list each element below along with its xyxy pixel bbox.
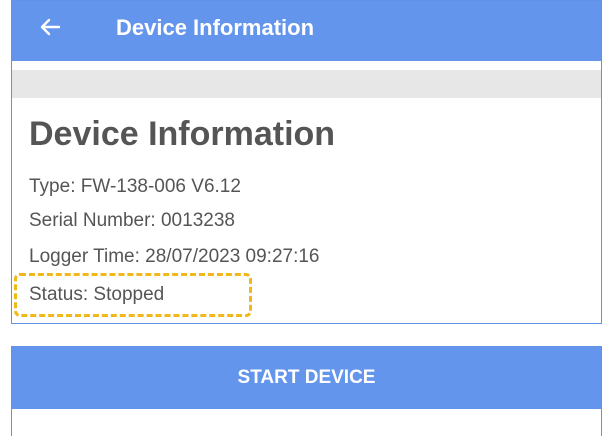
device-info-card: Device Information Device Information Ty… <box>11 0 602 324</box>
device-info-heading: Device Information <box>29 115 336 153</box>
arrow-left-icon <box>40 18 61 36</box>
back-button[interactable] <box>34 11 66 43</box>
logger-time-text: Logger Time: 28/07/2023 09:27:16 <box>29 246 320 267</box>
app-bar-title: Device Information <box>116 15 315 40</box>
device-type-text: Type: FW-138-006 V6.12 <box>29 176 241 197</box>
status-highlight <box>14 273 252 317</box>
screen: Device Information Device Information Ty… <box>0 0 606 436</box>
action-card: START DEVICE <box>11 346 602 436</box>
divider-strip <box>12 70 601 98</box>
app-bar: Device Information <box>12 1 601 61</box>
start-device-button[interactable]: START DEVICE <box>12 347 601 409</box>
serial-number-text: Serial Number: 0013238 <box>29 210 235 231</box>
